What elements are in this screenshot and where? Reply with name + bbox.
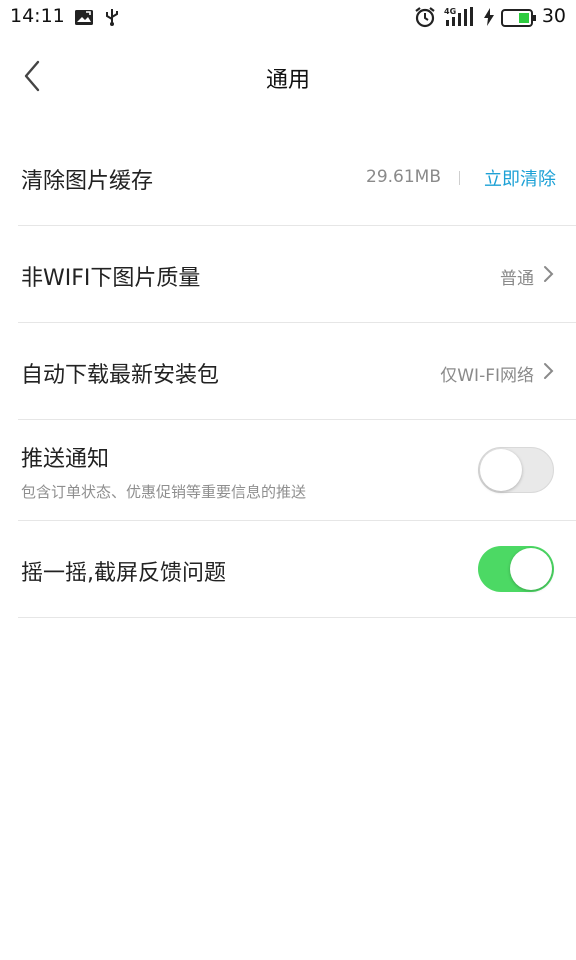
page-title: 通用 [265,68,310,93]
settings-row-auto-download[interactable]: 自动下载最新安装包 仅WI-FI网络 [18,323,576,420]
image-quality-label: 非WIFI下图片质量 [21,266,201,291]
battery-icon [501,9,537,31]
usb-icon [104,7,120,31]
vertical-divider [459,171,460,185]
image-notification-icon [74,9,94,30]
auto-download-label: 自动下载最新安装包 [21,363,220,388]
image-quality-value: 普通 [500,269,534,289]
auto-download-value: 仅WI-FI网络 [440,366,534,386]
header: 通用 [0,36,576,116]
status-bar: 14:11 4G 30 [0,0,576,36]
status-time: 14:11 [10,5,65,27]
svg-text:4G: 4G [444,7,456,16]
shake-feedback-toggle[interactable] [478,546,554,592]
clear-cache-label: 清除图片缓存 [21,169,154,194]
signal-icon: 4G [444,6,474,32]
alarm-icon [414,6,436,32]
battery-level: 30 [541,5,566,27]
settings-row-push-notification: 推送通知 包含订单状态、优惠促销等重要信息的推送 [18,420,576,521]
chevron-right-icon [544,266,554,282]
push-notification-label: 推送通知 [21,447,110,472]
cache-size: 29.61MB [366,167,441,187]
toggle-knob [480,449,522,491]
toggle-knob [510,548,552,590]
settings-row-clear-cache: 清除图片缓存 29.61MB 立即清除 [18,130,576,226]
clear-cache-button[interactable]: 立即清除 [484,165,556,191]
push-notification-toggle[interactable] [478,447,554,493]
settings-row-shake-feedback: 摇一摇,截屏反馈问题 [18,521,576,618]
settings-row-image-quality[interactable]: 非WIFI下图片质量 普通 [18,226,576,323]
push-notification-description: 包含订单状态、优惠促销等重要信息的推送 [21,483,307,501]
shake-feedback-label: 摇一摇,截屏反馈问题 [21,561,226,586]
chevron-right-icon [544,363,554,379]
charging-icon [484,8,494,30]
